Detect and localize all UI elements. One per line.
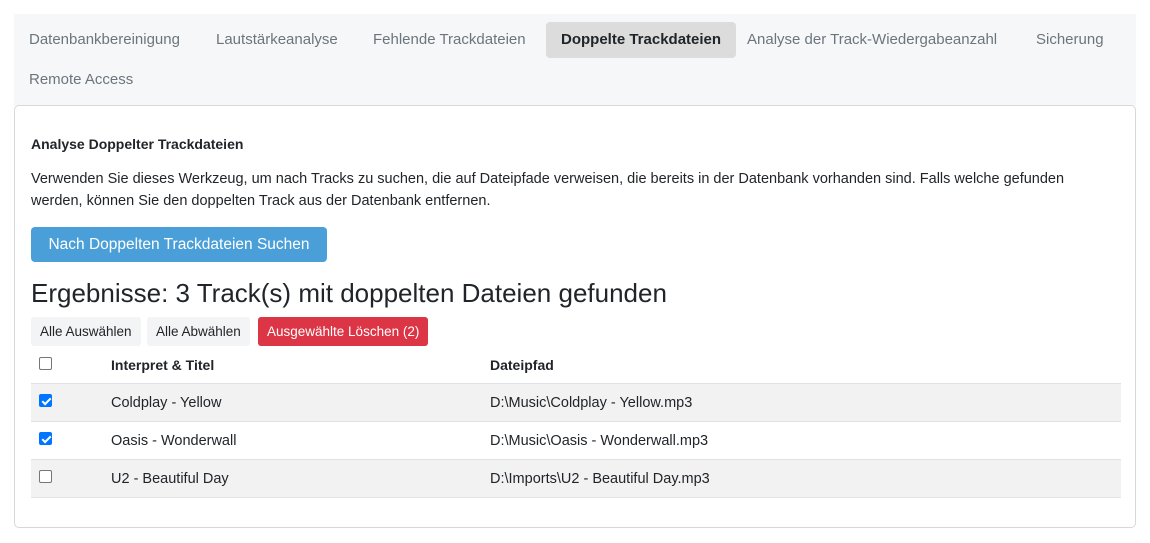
tab-bar: Datenbankbereinigung Lautstärkeanalyse F… (14, 14, 1136, 106)
tab-lautstaerkeanalyse[interactable]: Lautstärkeanalyse (201, 22, 353, 58)
tab-wiedergabeanzahl[interactable]: Analyse der Track-Wiedergabeanzahl (732, 22, 1012, 58)
table-row: U2 - Beautiful Day D:\Imports\U2 - Beaut… (31, 460, 1121, 498)
deselect-all-button[interactable]: Alle Abwählen (147, 317, 250, 346)
panel-description: Verwenden Sie dieses Werkzeug, um nach T… (31, 171, 1065, 209)
tab-fehlende-trackdateien[interactable]: Fehlende Trackdateien (358, 22, 541, 58)
row-checkbox[interactable] (39, 394, 52, 407)
row-title: Coldplay - Yellow (111, 394, 222, 411)
tab-datenbankbereinigung[interactable]: Datenbankbereinigung (14, 22, 195, 58)
results-heading: Ergebnisse: 3 Track(s) mit doppelten Dat… (31, 278, 667, 308)
search-duplicates-button[interactable]: Nach Doppelten Trackdateien Suchen (31, 227, 327, 262)
panel-title: Analyse Doppelter Trackdateien (31, 136, 244, 152)
select-all-checkbox[interactable] (39, 356, 52, 370)
table-row: Oasis - Wonderwall D:\Music\Oasis - Wond… (31, 422, 1121, 460)
row-title: Oasis - Wonderwall (111, 432, 237, 449)
duplicates-table: Interpret & Titel Dateipfad Coldplay - Y… (31, 347, 1121, 498)
row-path: D:\Music\Oasis - Wonderwall.mp3 (490, 432, 709, 449)
tab-doppelte-trackdateien[interactable]: Doppelte Trackdateien (546, 22, 737, 58)
header-artist-title: Interpret & Titel (111, 357, 215, 373)
tab-sicherung[interactable]: Sicherung (1021, 22, 1119, 58)
row-path: D:\Music\Coldplay - Yellow.mp3 (490, 394, 693, 411)
row-checkbox[interactable] (39, 470, 52, 483)
select-all-button[interactable]: Alle Auswählen (31, 317, 141, 346)
row-title: U2 - Beautiful Day (111, 470, 229, 487)
table-row: Coldplay - Yellow D:\Music\Coldplay - Ye… (31, 384, 1121, 422)
tab-remote-access[interactable]: Remote Access (14, 62, 148, 98)
delete-selected-button[interactable]: Ausgewählte Löschen (2) (258, 317, 429, 346)
row-checkbox[interactable] (39, 432, 52, 445)
header-path: Dateipfad (490, 357, 554, 373)
row-path: D:\Imports\U2 - Beautiful Day.mp3 (490, 470, 710, 487)
duplicate-analysis-panel: Analyse Doppelter Trackdateien Verwenden… (14, 105, 1136, 528)
table-header: Interpret & Titel Dateipfad (31, 347, 1121, 384)
